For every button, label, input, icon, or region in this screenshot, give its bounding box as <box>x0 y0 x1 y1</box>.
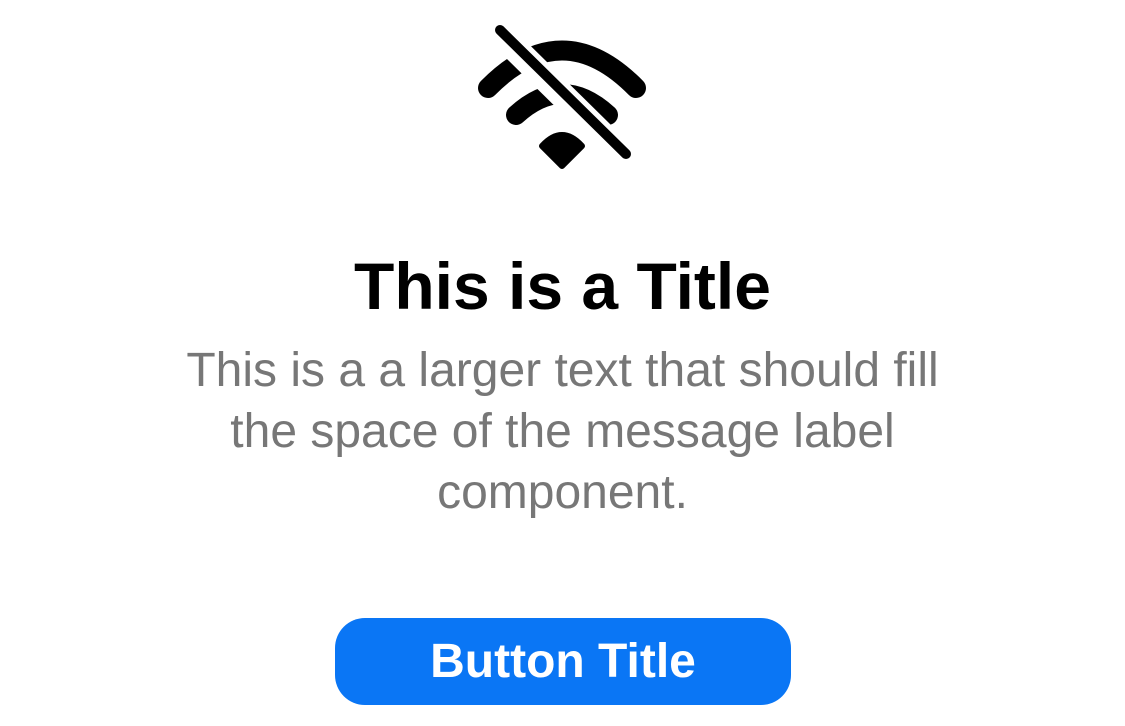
empty-state-title: This is a Title <box>354 249 771 323</box>
wifi-slash-icon <box>472 18 652 173</box>
empty-state-message: This is a a larger text that should fill… <box>186 344 939 519</box>
empty-state-view: This is a Title This is a a larger text … <box>0 0 1125 726</box>
primary-action-button[interactable]: Button Title <box>335 618 791 705</box>
